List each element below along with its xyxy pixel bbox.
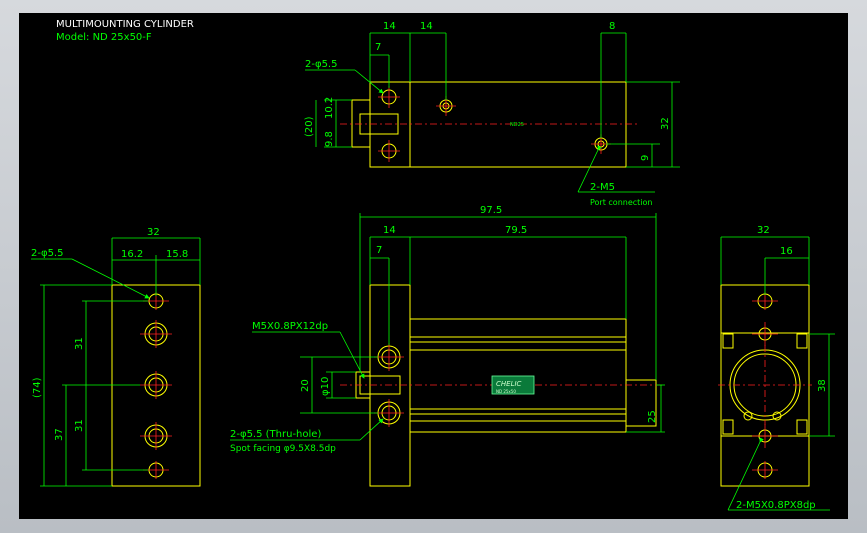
dim-left-37: 37: [54, 428, 65, 441]
drawing-svg: MULTIMOUNTING CYLINDER Model: ND 25x50-F…: [31, 19, 835, 511]
right-view: 32 16 38 2-M5X0.8PX8dp: [718, 225, 835, 511]
dim-left-74: (74): [32, 377, 43, 398]
top-rod: [351, 99, 371, 148]
dim-top-14b: 14: [420, 21, 433, 32]
dim-left-15-8: 15.8: [166, 249, 188, 260]
cad-drawing-canvas[interactable]: MULTIMOUNTING CYLINDER Model: ND 25x50-F…: [19, 13, 848, 519]
left-view: 32 16.2 15.8 2-φ5.5 (74) 31 31 37: [31, 227, 201, 487]
spot-facing-label: Spot facing φ9.5X8.5dp: [230, 444, 336, 454]
dim-left-31a: 31: [74, 337, 85, 350]
dim-left-31b: 31: [74, 419, 85, 432]
dim-right-32: 32: [757, 225, 770, 236]
hole-label: 2-φ5.5 (Thru-hole): [230, 429, 321, 440]
dim-front-97-5: 97.5: [480, 205, 502, 216]
dim-top-10-2: 10.2: [324, 97, 335, 119]
dim-top-8: 8: [609, 21, 615, 32]
dim-left-32: 32: [147, 227, 160, 238]
dim-front-25: 25: [647, 410, 658, 423]
port-caption: Port connection: [590, 198, 652, 207]
front-cylinder-body: [409, 318, 627, 433]
top-view: ND25 14 14 7 8 32 9 (20) 10.2 9.8 2-φ5.5…: [304, 21, 680, 207]
top-rod-text: ND25: [510, 122, 524, 128]
port-label: 2-M5: [590, 182, 615, 193]
dim-top-32: 32: [660, 117, 671, 130]
left-holes-label: 2-φ5.5: [31, 248, 63, 259]
dim-top-9-8: 9.8: [324, 131, 335, 147]
dim-right-16: 16: [780, 246, 793, 257]
dim-top-20: (20): [304, 116, 315, 137]
top-end-block: [369, 81, 411, 168]
front-view: CHELIC ND 25x50 97.5 14 79.5 7 20 φ10 25…: [230, 205, 665, 487]
window-frame: MULTIMOUNTING CYLINDER Model: ND 25x50-F…: [0, 0, 867, 533]
dim-front-79-5: 79.5: [505, 225, 527, 236]
dim-top-14a: 14: [383, 21, 396, 32]
dim-front-7: 7: [376, 245, 382, 256]
right-thread-label: 2-M5X0.8PX8dp: [736, 500, 816, 511]
thread-label: M5X0.8PX12dp: [252, 321, 328, 332]
model-label: Model: ND 25x50-F: [56, 32, 152, 43]
dim-top-9: 9: [640, 155, 651, 161]
front-end-block: [369, 284, 411, 487]
name-plate-sub: ND 25x50: [496, 389, 516, 394]
dim-right-38: 38: [817, 379, 828, 392]
top-holes-label: 2-φ5.5: [305, 59, 337, 70]
dim-front-phi10: φ10: [320, 377, 331, 396]
dim-front-20: 20: [300, 379, 311, 392]
name-plate-text: CHELIC: [496, 380, 522, 388]
drawing-title: MULTIMOUNTING CYLINDER: [56, 19, 194, 30]
dim-top-7: 7: [375, 42, 381, 53]
dim-front-14: 14: [383, 225, 396, 236]
dim-left-16-2: 16.2: [121, 249, 143, 260]
